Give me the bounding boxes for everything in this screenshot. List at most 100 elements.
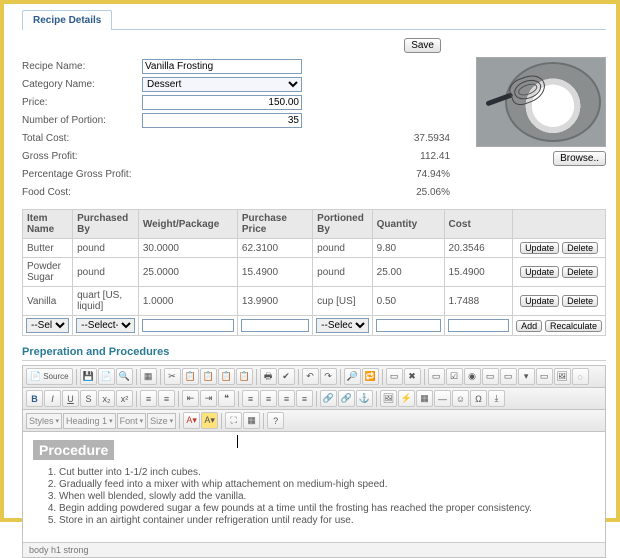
tab-recipe-details[interactable]: Recipe Details: [22, 10, 112, 30]
cell-price: 13.9900: [237, 287, 312, 316]
styles-select[interactable]: Styles▾: [26, 413, 62, 429]
label-category: Category Name:: [22, 79, 142, 90]
source-button[interactable]: 📄Source: [26, 368, 73, 385]
textarea-icon[interactable]: ▭: [500, 368, 517, 385]
bgcolor-icon[interactable]: A▾: [201, 412, 218, 429]
delete-button[interactable]: Delete: [562, 242, 598, 254]
filter-qty-input[interactable]: [376, 319, 441, 332]
form-icon[interactable]: ▭: [428, 368, 445, 385]
find-icon[interactable]: 🔎: [344, 368, 361, 385]
image2-icon[interactable]: 🖼: [380, 390, 397, 407]
browse-button[interactable]: Browse..: [553, 151, 606, 166]
cell-purchased_by: quart [US, liquid]: [73, 287, 139, 316]
hr-icon[interactable]: —: [434, 390, 451, 407]
showblocks-icon[interactable]: ▦: [243, 412, 260, 429]
italic-icon[interactable]: I: [44, 390, 61, 407]
format-select[interactable]: Heading 1▾: [63, 413, 116, 429]
cell-actions: UpdateDelete: [513, 258, 606, 287]
link-icon[interactable]: 🔗: [320, 390, 337, 407]
font-select[interactable]: Font▾: [117, 413, 147, 429]
template-icon[interactable]: ▦: [140, 368, 157, 385]
align-right-icon[interactable]: ≡: [278, 390, 295, 407]
filter-price-input[interactable]: [241, 319, 309, 332]
outdent-icon[interactable]: ⇤: [182, 390, 199, 407]
undo-icon[interactable]: ↶: [302, 368, 319, 385]
anchor-icon[interactable]: ⚓: [356, 390, 373, 407]
button-icon[interactable]: ▭: [536, 368, 553, 385]
table-icon[interactable]: ▦: [416, 390, 433, 407]
underline-icon[interactable]: U: [62, 390, 79, 407]
editor-body[interactable]: Procedure Cut butter into 1-1/2 inch cub…: [23, 432, 605, 542]
newpage-icon[interactable]: 📄: [98, 368, 115, 385]
ol-icon[interactable]: ≡: [140, 390, 157, 407]
filter-portioned-select[interactable]: --Select--: [316, 318, 368, 333]
procedure-step: Cut butter into 1-1/2 inch cubes.: [59, 467, 595, 478]
paste-text-icon[interactable]: 📋: [218, 368, 235, 385]
cut-icon[interactable]: ✂: [164, 368, 181, 385]
select-icon[interactable]: ▾: [518, 368, 535, 385]
portion-input[interactable]: [142, 113, 302, 128]
selectall-icon[interactable]: ▭: [386, 368, 403, 385]
cell-qty: 9.80: [372, 239, 444, 258]
preview-icon[interactable]: 🔍: [116, 368, 133, 385]
checkbox-icon[interactable]: ☑: [446, 368, 463, 385]
save-icon[interactable]: 💾: [80, 368, 97, 385]
radio-icon[interactable]: ◉: [464, 368, 481, 385]
cell-item: Vanilla: [23, 287, 73, 316]
indent-icon[interactable]: ⇥: [200, 390, 217, 407]
hidden-icon[interactable]: ◌: [572, 368, 589, 385]
sub-icon[interactable]: x₂: [98, 390, 115, 407]
removefmt-icon[interactable]: ✖: [404, 368, 421, 385]
save-button[interactable]: Save: [404, 38, 441, 53]
align-justify-icon[interactable]: ≡: [296, 390, 313, 407]
ul-icon[interactable]: ≡: [158, 390, 175, 407]
recalculate-button[interactable]: Recalculate: [545, 320, 602, 332]
update-button[interactable]: Update: [520, 266, 559, 278]
recipe-image[interactable]: [476, 57, 606, 147]
category-select[interactable]: Dessert: [142, 77, 302, 92]
table-row: Vanillaquart [US, liquid]1.000013.9900cu…: [23, 287, 606, 316]
filter-cost-input[interactable]: [448, 319, 510, 332]
pagebreak-icon[interactable]: ⤓: [488, 390, 505, 407]
update-button[interactable]: Update: [520, 242, 559, 254]
recipe-name-input[interactable]: [142, 59, 302, 74]
price-input[interactable]: [142, 95, 302, 110]
filter-weight-input[interactable]: [142, 319, 234, 332]
delete-button[interactable]: Delete: [562, 295, 598, 307]
textcolor-icon[interactable]: A▾: [183, 412, 200, 429]
align-center-icon[interactable]: ≡: [260, 390, 277, 407]
blockquote-icon[interactable]: ❝: [218, 390, 235, 407]
size-select[interactable]: Size▾: [147, 413, 176, 429]
flash-icon[interactable]: ⚡: [398, 390, 415, 407]
textfield-icon[interactable]: ▭: [482, 368, 499, 385]
maximize-icon[interactable]: ⛶: [225, 412, 242, 429]
gross-profit-value: 112.41: [142, 151, 452, 162]
section-procedures-title: Preperation and Procedures: [22, 346, 606, 361]
label-price: Price:: [22, 97, 142, 108]
filter-item-select[interactable]: --Select--: [26, 318, 69, 333]
delete-button[interactable]: Delete: [562, 266, 598, 278]
print-icon[interactable]: 🖶: [260, 368, 277, 385]
spell-icon[interactable]: ✔: [278, 368, 295, 385]
paste-word-icon[interactable]: 📋: [236, 368, 253, 385]
align-left-icon[interactable]: ≡: [242, 390, 259, 407]
copy-icon[interactable]: 📋: [182, 368, 199, 385]
sup-icon[interactable]: x²: [116, 390, 133, 407]
cell-actions: UpdateDelete: [513, 287, 606, 316]
label-recipe-name: Recipe Name:: [22, 61, 142, 72]
strike-icon[interactable]: S: [80, 390, 97, 407]
replace-icon[interactable]: 🔁: [362, 368, 379, 385]
unlink-icon[interactable]: 🔗: [338, 390, 355, 407]
smiley-icon[interactable]: ☺: [452, 390, 469, 407]
cell-purchased_by: pound: [73, 239, 139, 258]
add-button[interactable]: Add: [516, 320, 542, 332]
special-icon[interactable]: Ω: [470, 390, 487, 407]
label-portion: Number of Portion:: [22, 115, 142, 126]
filter-purchased-select[interactable]: --Select--: [76, 318, 135, 333]
redo-icon[interactable]: ↷: [320, 368, 337, 385]
bold-icon[interactable]: B: [26, 390, 43, 407]
about-icon[interactable]: ?: [267, 412, 284, 429]
paste-icon[interactable]: 📋: [200, 368, 217, 385]
image-icon[interactable]: 🖼: [554, 368, 571, 385]
update-button[interactable]: Update: [520, 295, 559, 307]
